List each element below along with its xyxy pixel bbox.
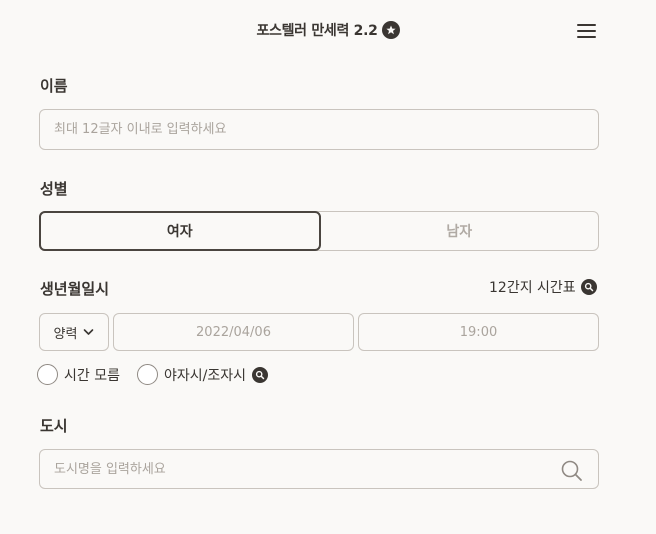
search-icon[interactable] [557, 456, 585, 484]
calendar-type-value: 양력 [53, 326, 78, 342]
hamburger-menu-icon[interactable] [576, 22, 598, 40]
star-icon [381, 21, 400, 39]
title-wrap: 포스텔러 만세력 2.2 [0, 20, 656, 40]
time-field-wrap [358, 313, 599, 351]
gender-toggle: 여자 남자 [39, 211, 599, 251]
city-input[interactable] [40, 450, 598, 488]
name-input[interactable] [40, 110, 598, 149]
unknown-time-option[interactable]: 시간 모름 [37, 364, 120, 385]
chevron-down-icon [83, 325, 94, 340]
gender-male-button[interactable]: 남자 [321, 212, 599, 250]
gender-label: 성별 [40, 180, 68, 198]
date-field-wrap [113, 313, 354, 351]
zodiac-hour-table-link[interactable]: 12간지 시간표 [489, 277, 597, 297]
calendar-type-select[interactable]: 양력 [39, 313, 109, 351]
search-icon [580, 279, 597, 295]
unknown-time-label: 시간 모름 [64, 367, 120, 384]
birth-date-input[interactable] [114, 314, 353, 350]
night-hour-radio[interactable] [137, 364, 158, 385]
app-title: 포스텔러 만세력 2.2 [256, 23, 378, 39]
name-label: 이름 [40, 77, 68, 95]
search-icon[interactable] [252, 366, 268, 383]
night-hour-label: 야자시/조자시 [164, 367, 246, 384]
app-header: 포스텔러 만세력 2.2 [0, 0, 656, 64]
birth-label: 생년월일시 [40, 280, 110, 298]
night-hour-option[interactable]: 야자시/조자시 [137, 364, 268, 385]
birth-time-input[interactable] [359, 314, 598, 350]
gender-female-button[interactable]: 여자 [39, 211, 321, 251]
zodiac-hour-table-label: 12간지 시간표 [489, 280, 576, 296]
name-field-wrap [39, 109, 599, 150]
city-label: 도시 [40, 417, 68, 435]
city-field-wrap [39, 449, 599, 489]
unknown-time-radio[interactable] [37, 364, 58, 385]
